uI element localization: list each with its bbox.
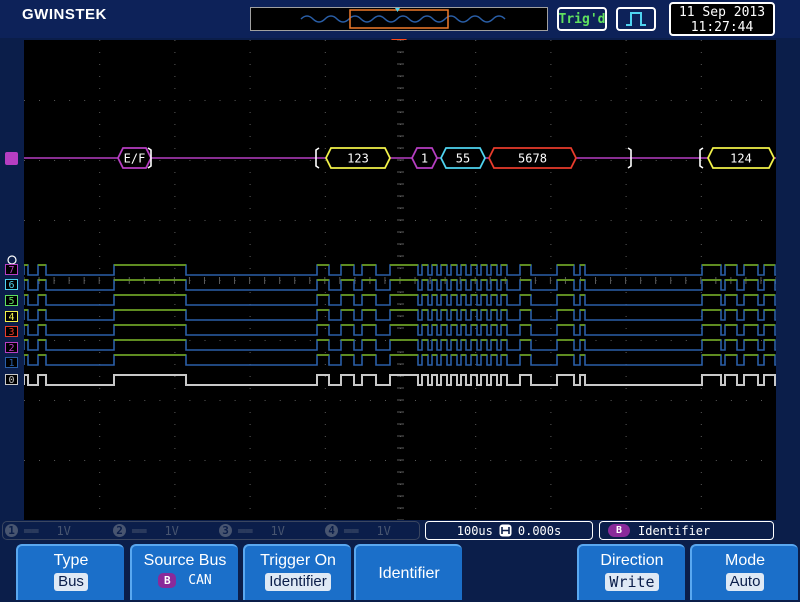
digital-channel-label-d1[interactable]: 1: [5, 357, 18, 369]
digital-channel-label-d5[interactable]: 5: [5, 295, 18, 307]
channel-status-panel: 1 ══ 1V 2 ══ 1V 3 ══ 1V 4 ══ 1V: [2, 521, 420, 540]
ch1-status[interactable]: 1 ══ 1V: [5, 522, 71, 539]
direction-title: Direction: [600, 552, 664, 569]
svg-text:123: 123: [347, 152, 369, 166]
softkey-menu: Type Bus Source Bus B CAN Trigger On Ide…: [0, 542, 800, 600]
identifier-label: Identifier: [378, 565, 440, 582]
digital-channel-label-d6[interactable]: 6: [5, 279, 18, 291]
direction-value: Write: [605, 573, 659, 591]
brand-logo: GWINSTEK: [22, 6, 107, 23]
overview-waveform: [300, 8, 506, 29]
source-protocol: CAN: [188, 573, 212, 588]
trigger-on-softkey[interactable]: Trigger On Identifier: [243, 544, 351, 600]
trigger-bus-badge: B: [608, 524, 630, 537]
trigger-status-panel[interactable]: B Identifier: [599, 521, 774, 540]
datetime-display: 11 Sep 2013 11:27:44: [669, 2, 775, 36]
svg-text:124: 124: [730, 152, 752, 166]
ch2-status[interactable]: 2 ══ 1V: [113, 522, 179, 539]
svg-text:1: 1: [421, 152, 428, 166]
pulse-icon: [626, 12, 646, 26]
delay-value: 0.000s: [517, 523, 562, 538]
ch3-status[interactable]: 3 ══ 1V: [219, 522, 285, 539]
horizontal-position-icon: [499, 524, 512, 537]
source-bus-softkey[interactable]: Source Bus B CAN: [130, 544, 238, 600]
timebase-panel[interactable]: 100us 0.000s: [425, 521, 593, 540]
timebase-value: 100us: [456, 523, 493, 538]
digital-channel-label-d0[interactable]: 0: [5, 374, 18, 386]
svg-text:5678: 5678: [518, 152, 547, 166]
top-bar: GWINSTEK Trig'd 11 Sep 2013 11:27:44: [0, 0, 800, 38]
type-value: Bus: [54, 573, 88, 591]
decode-dlc: 1: [410, 147, 439, 169]
decode-id-123: 123: [324, 147, 392, 169]
trigger-type-text: Identifier: [638, 523, 711, 538]
mode-title: Mode: [724, 552, 766, 569]
svg-text:E/F: E/F: [124, 152, 146, 166]
mode-value: Auto: [725, 573, 765, 591]
decode-id-124: 124: [706, 147, 776, 169]
trigger-on-value: Identifier: [265, 573, 331, 591]
bus-b-marker[interactable]: [5, 152, 18, 165]
digital-channel-label-d3[interactable]: 3: [5, 326, 18, 338]
decode-ef: E/F: [116, 147, 153, 169]
direction-softkey[interactable]: Direction Write: [577, 544, 685, 600]
source-title: Source Bus: [143, 552, 227, 569]
trigger-edge-button[interactable]: [616, 7, 656, 31]
digital-group-marker[interactable]: [7, 255, 17, 265]
type-softkey[interactable]: Type Bus: [16, 544, 124, 600]
mode-softkey[interactable]: Mode Auto: [690, 544, 798, 600]
waveform-overview: [250, 7, 548, 31]
waveform-display[interactable]: E/F 123 1 55 5678 124: [24, 40, 776, 520]
identifier-softkey[interactable]: Identifier: [354, 544, 462, 600]
trigger-on-title: Trigger On: [260, 552, 336, 569]
type-title: Type: [53, 552, 89, 569]
digital-channel-label-d2[interactable]: 2: [5, 342, 18, 354]
digital-channel-label-d7[interactable]: 7: [5, 264, 18, 276]
decode-data-55: 55: [439, 147, 487, 169]
source-bus-badge: B: [158, 573, 177, 588]
digital-channel-label-d4[interactable]: 4: [5, 311, 18, 323]
channel-markers: 7 6 5 4 3 2 1 0: [0, 40, 24, 520]
trigger-status-badge: Trig'd: [557, 7, 607, 31]
time-text: 11:27:44: [690, 20, 754, 35]
date-text: 11 Sep 2013: [678, 5, 766, 20]
ch4-status[interactable]: 4 ══ 1V: [325, 522, 391, 539]
decode-crc: 5678: [487, 147, 578, 169]
svg-text:55: 55: [456, 152, 470, 166]
